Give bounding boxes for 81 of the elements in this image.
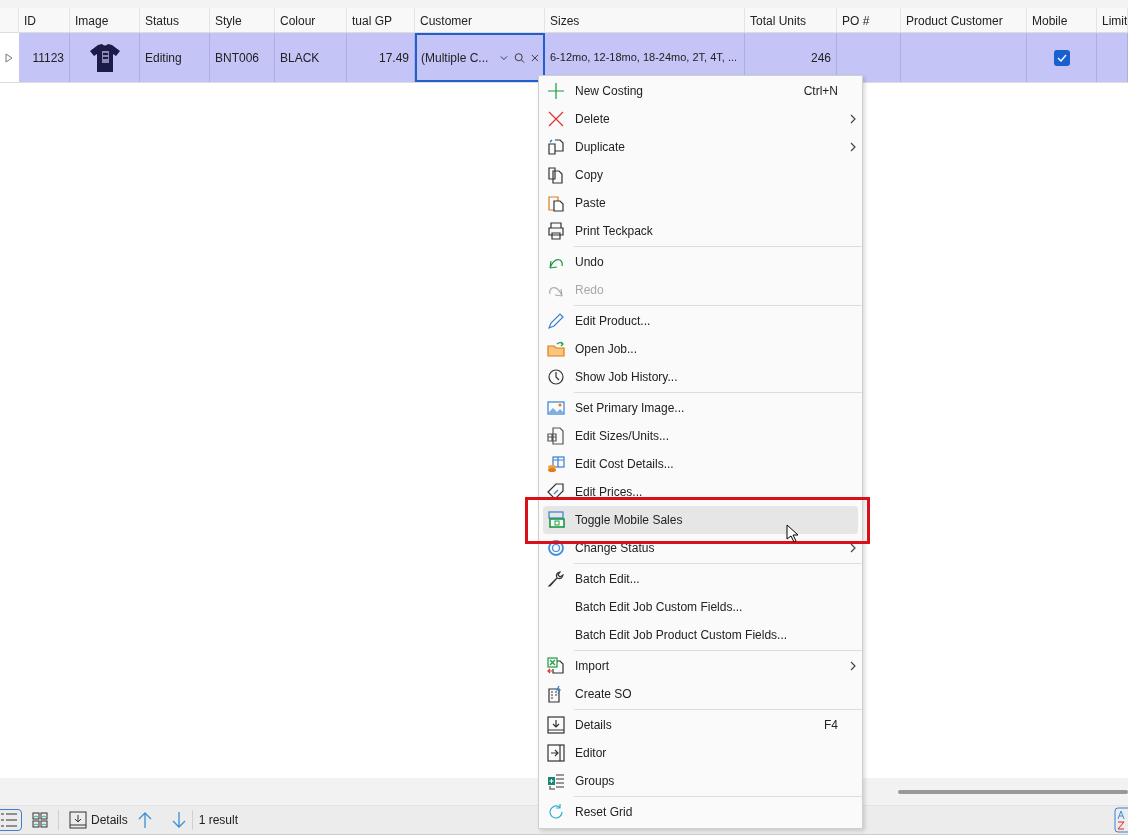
- menu-item[interactable]: Details F4: [539, 711, 862, 739]
- checkmark-icon: [1056, 53, 1067, 62]
- column-header[interactable]: Sizes: [545, 8, 745, 32]
- field-value: (Multiple C...: [421, 49, 489, 67]
- column-header[interactable]: Limit: [1097, 8, 1128, 32]
- table-cell: BLACK: [275, 33, 347, 82]
- menu-item[interactable]: Edit Sizes/Units...: [539, 422, 862, 450]
- printer-icon: [547, 222, 565, 240]
- menu-item[interactable]: Create SO: [539, 680, 862, 708]
- sort-icon[interactable]: [1114, 807, 1128, 833]
- details-button[interactable]: Details: [65, 808, 132, 832]
- editor-icon: [547, 744, 565, 762]
- menu-item[interactable]: Undo: [539, 248, 862, 276]
- column-header[interactable]: Product Customer: [901, 8, 1027, 32]
- image-icon: [547, 399, 565, 417]
- column-header[interactable]: Mobile: [1027, 8, 1097, 32]
- menu-item[interactable]: Paste: [539, 189, 862, 217]
- table-cell: [837, 33, 901, 82]
- search-icon[interactable]: [514, 50, 526, 65]
- close-icon[interactable]: [531, 52, 539, 63]
- column-header[interactable]: PO #: [837, 8, 901, 32]
- shortcut-text: F4: [824, 717, 838, 734]
- column-header[interactable]: Status: [140, 8, 210, 32]
- scrollbar-thumb[interactable]: [898, 789, 1128, 794]
- table-cell: BNT006: [210, 33, 275, 82]
- result-count: 1 result: [198, 812, 239, 829]
- arrow-up-icon[interactable]: [137, 811, 152, 829]
- menu-item[interactable]: Toggle Mobile Sales: [543, 506, 858, 534]
- menu-item[interactable]: Print Teckpack: [539, 217, 862, 245]
- dropdown-icon[interactable]: [500, 54, 509, 61]
- checkbox[interactable]: [1053, 49, 1070, 66]
- menu-item[interactable]: Reset Grid: [539, 798, 862, 826]
- shortcut-text: Ctrl+N: [803, 83, 838, 100]
- menu-item[interactable]: Change Status: [539, 534, 862, 562]
- menu-item[interactable]: Batch Edit Job Custom Fields...: [539, 593, 862, 621]
- menu-item[interactable]: Show Job History...: [539, 363, 862, 391]
- coins-icon: [547, 455, 565, 473]
- cursor-icon: [786, 524, 798, 542]
- wrench-icon: [547, 570, 565, 588]
- menu-item[interactable]: Copy: [539, 161, 862, 189]
- details-icon: [547, 716, 565, 734]
- menu-item[interactable]: Edit Prices...: [539, 478, 862, 506]
- spreadsheet-icon: [547, 657, 565, 675]
- menu-item[interactable]: Set Primary Image...: [539, 394, 862, 422]
- arrow-down-icon[interactable]: [171, 811, 186, 829]
- menu-item[interactable]: Editor: [539, 739, 862, 767]
- status-icon: [547, 539, 565, 557]
- refresh-icon: [547, 803, 565, 821]
- menu-item[interactable]: Duplicate: [539, 133, 862, 161]
- menu-item[interactable]: Delete: [539, 105, 862, 133]
- expand-icon[interactable]: [5, 52, 13, 63]
- duplicate-icon: [547, 138, 565, 156]
- menu-item[interactable]: Groups: [539, 767, 862, 795]
- table-icon: [547, 427, 565, 445]
- groups-icon: [547, 772, 565, 790]
- plus-icon: [547, 82, 565, 100]
- column-header[interactable]: Customer: [415, 8, 545, 32]
- column-header[interactable]: Colour: [275, 8, 347, 32]
- pencil-icon: [547, 312, 565, 330]
- money-icon: [547, 511, 565, 529]
- folder-icon: [547, 340, 565, 358]
- column-header[interactable]: Total Units: [745, 8, 837, 32]
- column-header[interactable]: tual GP: [347, 8, 415, 32]
- menu-item[interactable]: Batch Edit...: [539, 565, 862, 593]
- table-cell: Editing: [140, 33, 210, 82]
- copy-icon: [547, 166, 565, 184]
- menu-item[interactable]: Batch Edit Job Product Custom Fields...: [539, 621, 862, 649]
- close-icon: [547, 110, 565, 128]
- menu-item[interactable]: Open Job...: [539, 335, 862, 363]
- menu-item[interactable]: Import: [539, 652, 862, 680]
- column-header[interactable]: Image: [70, 8, 140, 32]
- column-header[interactable]: ID: [19, 8, 70, 32]
- menu-item[interactable]: Edit Cost Details...: [539, 450, 862, 478]
- history-icon: [547, 368, 565, 386]
- download-icon: [69, 811, 87, 829]
- list-view-button[interactable]: [0, 809, 22, 831]
- menu-item[interactable]: Edit Product...: [539, 307, 862, 335]
- table-cell: 17.49: [347, 33, 415, 82]
- paste-icon: [547, 194, 565, 212]
- table-cell: 11123: [19, 33, 70, 82]
- column-header[interactable]: Style: [210, 8, 275, 32]
